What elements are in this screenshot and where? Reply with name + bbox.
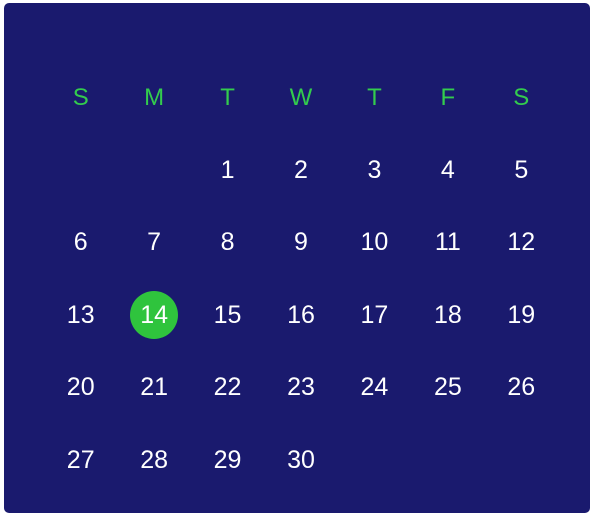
day-number: 21 <box>140 373 169 402</box>
day-number: 2 <box>294 155 308 184</box>
day-cell-23[interactable]: 23 <box>264 352 337 425</box>
day-number: 5 <box>514 155 529 184</box>
empty-day-cell <box>338 424 411 497</box>
day-cell-7[interactable]: 7 <box>117 207 190 280</box>
day-cell-13[interactable]: 13 <box>44 279 117 352</box>
empty-day-label <box>130 146 178 194</box>
day-number: 8 <box>220 228 235 257</box>
day-number: 12 <box>507 228 536 257</box>
day-cell-29[interactable]: 29 <box>191 424 264 497</box>
day-cell-25[interactable]: 25 <box>411 352 484 425</box>
day-cell-26[interactable]: 26 <box>485 352 558 425</box>
day-number: 22 <box>213 373 242 402</box>
day-cell-3[interactable]: 3 <box>338 134 411 207</box>
day-cell-18[interactable]: 18 <box>411 279 484 352</box>
weekday-friday: F <box>440 84 456 111</box>
day-cell-10[interactable]: 10 <box>338 207 411 280</box>
day-number: 4 <box>440 155 455 184</box>
day-number: 26 <box>507 373 536 402</box>
empty-day-label <box>497 436 545 484</box>
empty-day-cell <box>485 424 558 497</box>
day-number: 23 <box>287 373 315 402</box>
weekday-wednesday: W <box>289 84 313 111</box>
empty-day-cell <box>44 134 117 207</box>
empty-day-label <box>350 436 398 484</box>
empty-day-label <box>57 146 105 194</box>
day-number: 11 <box>434 228 461 257</box>
weekday-thursday: T <box>367 84 382 111</box>
day-number: 1 <box>220 155 235 184</box>
day-cell-19[interactable]: 19 <box>485 279 558 352</box>
empty-day-label <box>424 436 472 484</box>
day-number: 30 <box>287 445 315 474</box>
day-number: 10 <box>360 228 389 257</box>
day-cell-6[interactable]: 6 <box>44 207 117 280</box>
day-number: 20 <box>66 373 95 402</box>
weekday-header-row: S M T W T F S <box>44 80 558 116</box>
day-cell-9[interactable]: 9 <box>264 207 337 280</box>
day-cell-24[interactable]: 24 <box>338 352 411 425</box>
day-number: 9 <box>294 228 308 257</box>
weekday-tuesday: T <box>220 84 235 111</box>
calendar-picker: S M T W T F S 1 2 3 4 5 6 7 8 9 10 11 12 13 14 15 16 17 1… <box>4 3 590 513</box>
day-number: 15 <box>213 300 242 329</box>
empty-day-cell <box>117 134 190 207</box>
day-cell-5[interactable]: 5 <box>485 134 558 207</box>
empty-day-cell <box>411 424 484 497</box>
day-cell-4[interactable]: 4 <box>411 134 484 207</box>
day-cell-16[interactable]: 16 <box>264 279 337 352</box>
day-cell-17[interactable]: 17 <box>338 279 411 352</box>
day-number: 13 <box>66 300 95 329</box>
day-cell-28[interactable]: 28 <box>117 424 190 497</box>
day-number: 28 <box>140 445 169 474</box>
day-cell-22[interactable]: 22 <box>191 352 264 425</box>
day-cell-21[interactable]: 21 <box>117 352 190 425</box>
day-number: 7 <box>147 228 162 257</box>
day-cell-11[interactable]: 11 <box>411 207 484 280</box>
day-cell-12[interactable]: 12 <box>485 207 558 280</box>
day-number: 25 <box>433 373 462 402</box>
day-cell-1[interactable]: 1 <box>191 134 264 207</box>
day-cell-27[interactable]: 27 <box>44 424 117 497</box>
day-number: 3 <box>367 155 382 184</box>
day-number: 14 <box>130 291 179 340</box>
weekday-monday: M <box>144 84 165 111</box>
day-number: 6 <box>73 228 88 257</box>
day-cell-20[interactable]: 20 <box>44 352 117 425</box>
weekday-sunday: S <box>72 84 89 111</box>
day-cell-2[interactable]: 2 <box>264 134 337 207</box>
weekday-saturday: S <box>513 84 530 111</box>
day-number: 19 <box>507 300 536 329</box>
day-number: 27 <box>66 445 95 474</box>
day-number: 16 <box>287 300 315 329</box>
day-cell-30[interactable]: 30 <box>264 424 337 497</box>
day-number: 18 <box>433 300 462 329</box>
day-cell-8[interactable]: 8 <box>191 207 264 280</box>
day-number: 29 <box>213 445 242 474</box>
day-number: 17 <box>360 300 389 329</box>
day-number: 24 <box>360 373 389 402</box>
days-grid: 1 2 3 4 5 6 7 8 9 10 11 12 13 14 15 16 17 18 19 20 21 22 23 24 2… <box>44 134 558 496</box>
day-cell-15[interactable]: 15 <box>191 279 264 352</box>
day-cell-selected[interactable]: 14 <box>117 279 190 352</box>
